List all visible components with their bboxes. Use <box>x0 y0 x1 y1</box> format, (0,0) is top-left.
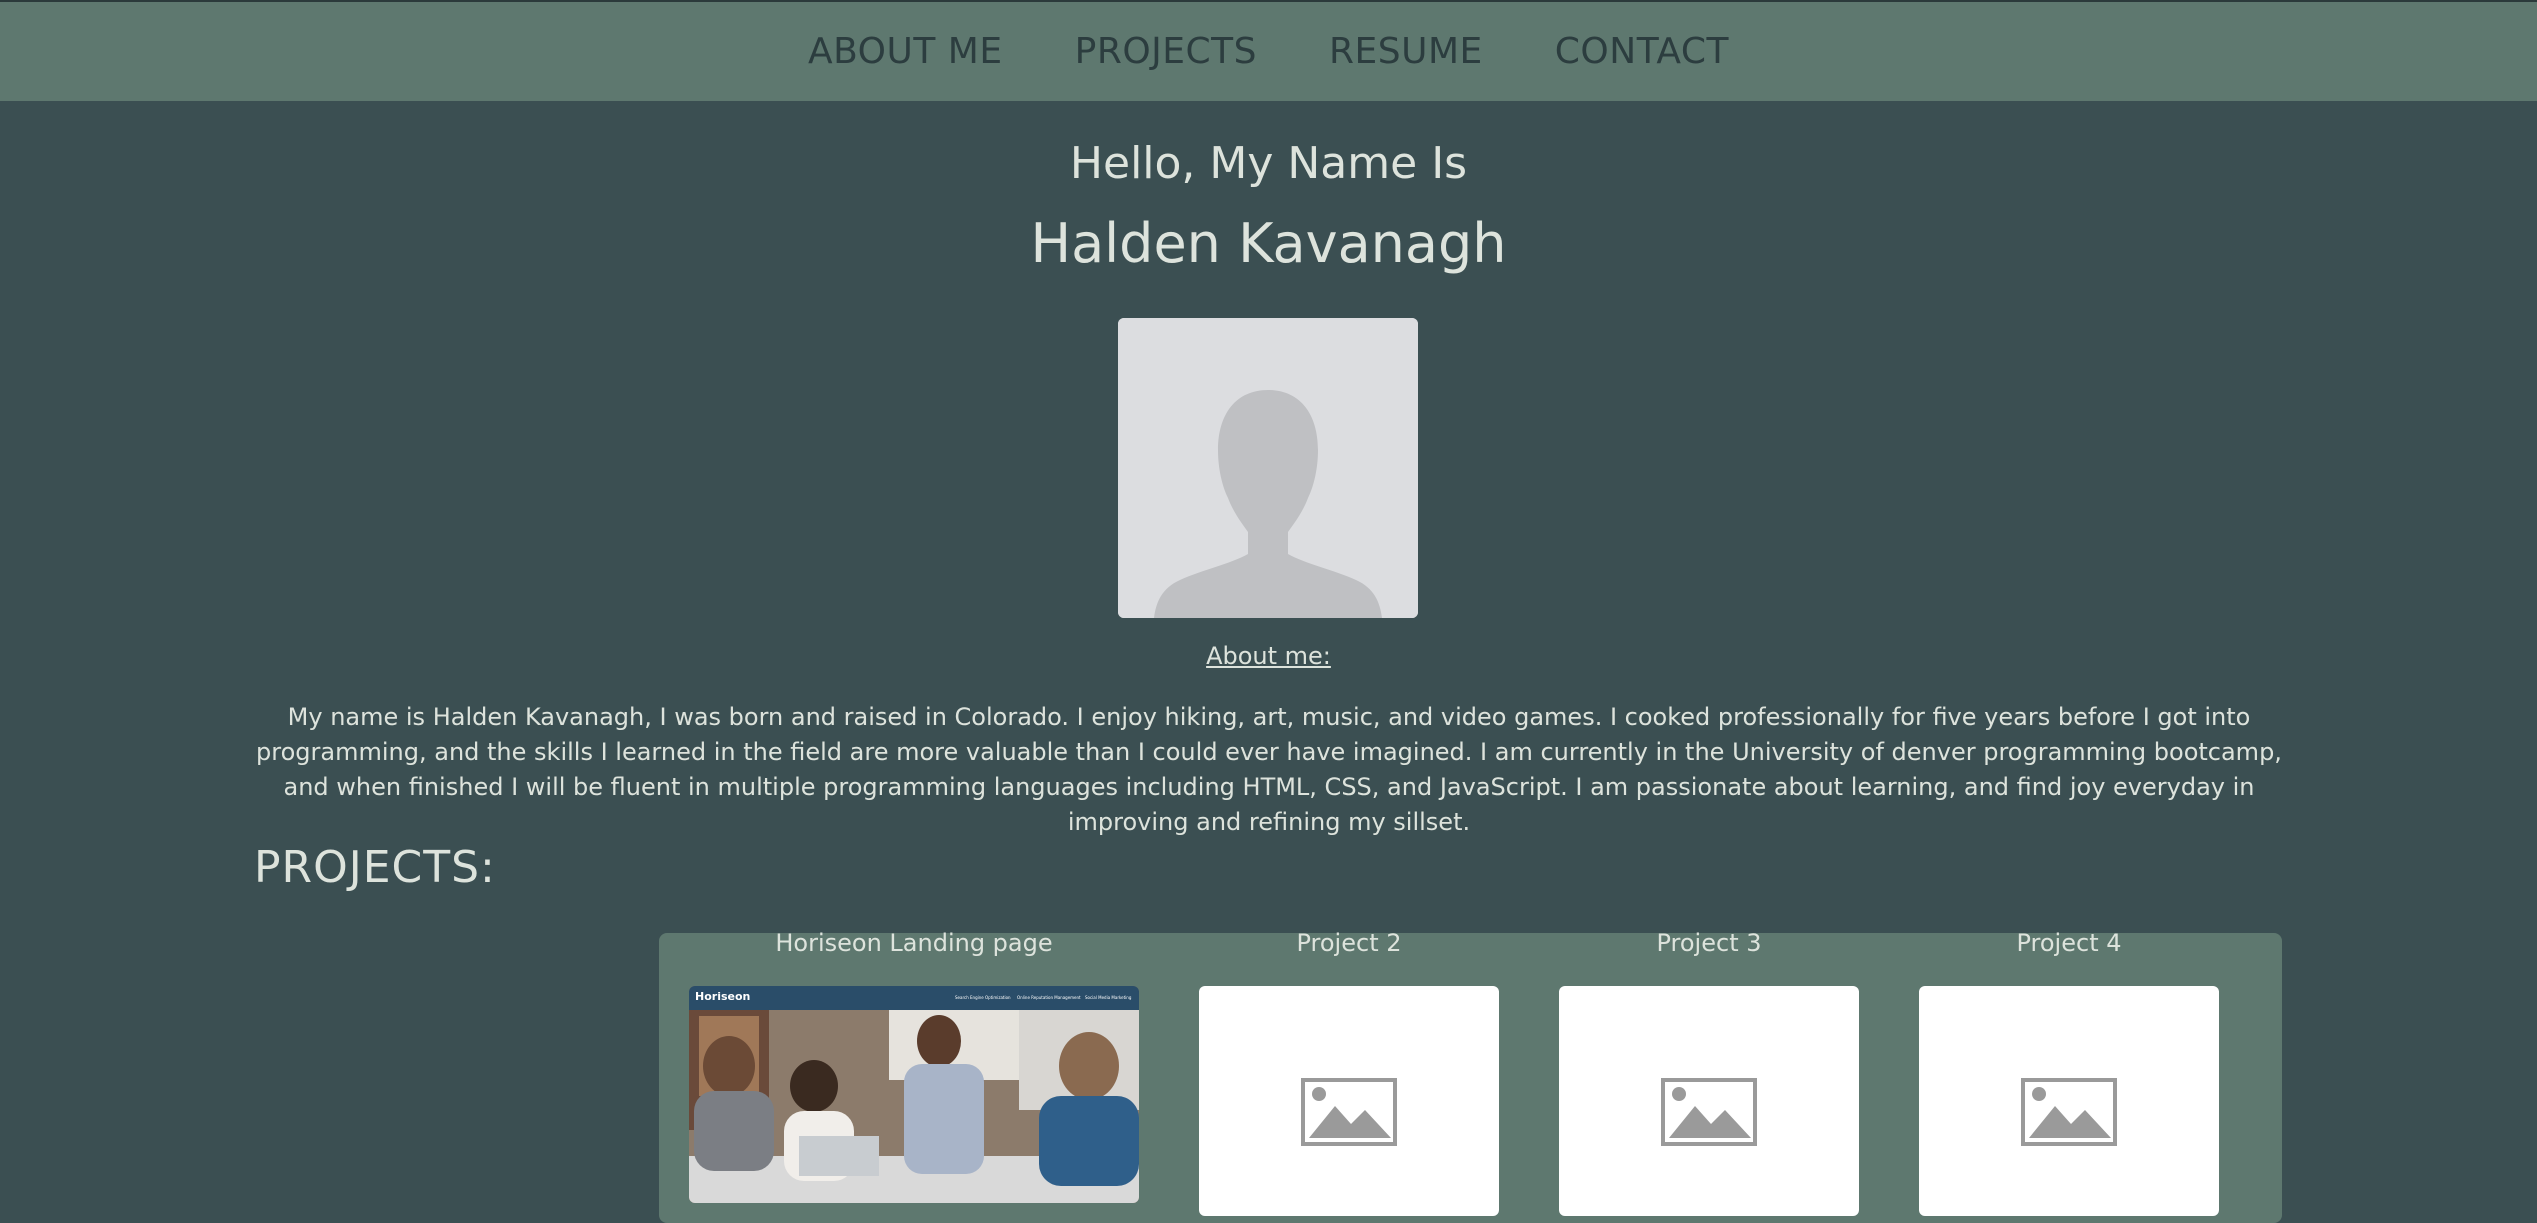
image-placeholder-icon <box>1661 1078 1757 1146</box>
nav-contact[interactable]: CONTACT <box>1555 31 1729 72</box>
person-silhouette-icon <box>1118 318 1418 618</box>
project-title-4: Project 4 <box>2016 929 2122 957</box>
project-thumbnail-3[interactable] <box>1559 986 1859 1216</box>
horiseon-brand: Horiseon <box>695 990 751 1003</box>
horiseon-nav-item-2: Online Reputation Management <box>1017 995 1081 1000</box>
nav-about-me[interactable]: ABOUT ME <box>808 31 1003 72</box>
project-title-2: Project 2 <box>1296 929 1402 957</box>
horiseon-nav-item-1: Search Engine Optimization <box>955 995 1011 1000</box>
nav-projects[interactable]: PROJECTS <box>1075 31 1257 72</box>
project-thumbnail-2[interactable] <box>1199 986 1499 1216</box>
about-paragraph: My name is Halden Kavanagh, I was born a… <box>256 703 2282 836</box>
horiseon-nav-item-3: Social Media Marketing <box>1085 995 1132 1000</box>
greeting-text: Hello, My Name Is <box>1069 138 1468 189</box>
horiseon-screenshot <box>689 986 1139 1203</box>
nav-resume[interactable]: RESUME <box>1329 31 1483 72</box>
about-heading: About me: <box>1206 642 1331 670</box>
image-placeholder-icon <box>2021 1078 2117 1146</box>
projects-heading: PROJECTS: <box>254 842 496 893</box>
top-navigation: ABOUT ME PROJECTS RESUME CONTACT <box>0 2 2537 101</box>
project-thumbnail-horiseon[interactable]: Horiseon Search Engine Optimization Onli… <box>689 986 1139 1203</box>
project-title-3: Project 3 <box>1656 929 1762 957</box>
project-title-1: Horiseon Landing page <box>775 929 1053 957</box>
avatar <box>1118 318 1418 618</box>
project-thumbnail-4[interactable] <box>1919 986 2219 1216</box>
person-name: Halden Kavanagh <box>1030 212 1507 275</box>
image-placeholder-icon <box>1301 1078 1397 1146</box>
